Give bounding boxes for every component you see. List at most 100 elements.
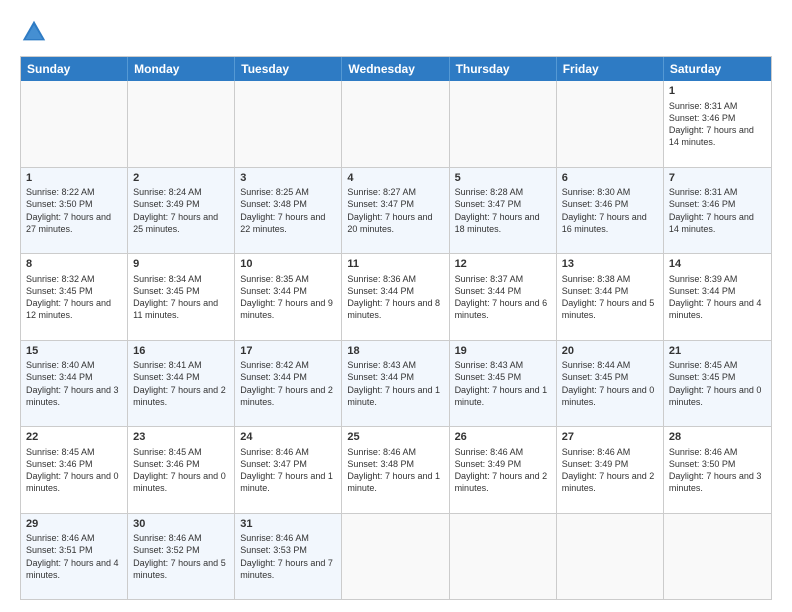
day-cell-8: 8Sunrise: 8:32 AMSunset: 3:45 PMDaylight… xyxy=(21,254,128,340)
daylight: Daylight: 7 hours and 1 minute. xyxy=(240,471,333,493)
sunrise: Sunrise: 8:39 AM xyxy=(669,274,738,284)
day-number: 31 xyxy=(240,517,336,532)
empty-cell xyxy=(21,81,128,167)
daylight: Daylight: 7 hours and 5 minutes. xyxy=(562,298,655,320)
sunset: Sunset: 3:44 PM xyxy=(669,286,736,296)
sunrise: Sunrise: 8:22 AM xyxy=(26,187,95,197)
day-cell-2: 2Sunrise: 8:24 AMSunset: 3:49 PMDaylight… xyxy=(128,168,235,254)
day-cell-14: 14Sunrise: 8:39 AMSunset: 3:44 PMDayligh… xyxy=(664,254,771,340)
header-day-wednesday: Wednesday xyxy=(342,57,449,81)
sunset: Sunset: 3:44 PM xyxy=(133,372,200,382)
day-cell-3: 3Sunrise: 8:25 AMSunset: 3:48 PMDaylight… xyxy=(235,168,342,254)
day-number: 29 xyxy=(26,517,122,532)
empty-cell xyxy=(342,514,449,600)
daylight: Daylight: 7 hours and 0 minutes. xyxy=(133,471,226,493)
daylight: Daylight: 7 hours and 27 minutes. xyxy=(26,212,111,234)
header-day-tuesday: Tuesday xyxy=(235,57,342,81)
daylight: Daylight: 7 hours and 2 minutes. xyxy=(240,385,333,407)
sunrise: Sunrise: 8:31 AM xyxy=(669,101,738,111)
sunset: Sunset: 3:45 PM xyxy=(669,372,736,382)
sunset: Sunset: 3:45 PM xyxy=(133,286,200,296)
calendar-row-4: 22Sunrise: 8:45 AMSunset: 3:46 PMDayligh… xyxy=(21,426,771,513)
day-number: 23 xyxy=(133,430,229,445)
empty-cell xyxy=(450,514,557,600)
day-cell-7: 7Sunrise: 8:31 AMSunset: 3:46 PMDaylight… xyxy=(664,168,771,254)
daylight: Daylight: 7 hours and 5 minutes. xyxy=(133,558,226,580)
daylight: Daylight: 7 hours and 4 minutes. xyxy=(669,298,762,320)
day-cell-21: 21Sunrise: 8:45 AMSunset: 3:45 PMDayligh… xyxy=(664,341,771,427)
daylight: Daylight: 7 hours and 6 minutes. xyxy=(455,298,548,320)
day-cell-23: 23Sunrise: 8:45 AMSunset: 3:46 PMDayligh… xyxy=(128,427,235,513)
sunset: Sunset: 3:44 PM xyxy=(347,372,414,382)
day-cell-1: 1Sunrise: 8:31 AMSunset: 3:46 PMDaylight… xyxy=(664,81,771,167)
day-number: 28 xyxy=(669,430,766,445)
sunset: Sunset: 3:51 PM xyxy=(26,545,93,555)
daylight: Daylight: 7 hours and 1 minute. xyxy=(347,471,440,493)
day-cell-11: 11Sunrise: 8:36 AMSunset: 3:44 PMDayligh… xyxy=(342,254,449,340)
logo xyxy=(20,18,52,46)
sunset: Sunset: 3:46 PM xyxy=(669,113,736,123)
day-cell-15: 15Sunrise: 8:40 AMSunset: 3:44 PMDayligh… xyxy=(21,341,128,427)
sunset: Sunset: 3:49 PM xyxy=(562,459,629,469)
day-cell-22: 22Sunrise: 8:45 AMSunset: 3:46 PMDayligh… xyxy=(21,427,128,513)
day-number: 2 xyxy=(133,171,229,186)
sunset: Sunset: 3:45 PM xyxy=(562,372,629,382)
calendar-header: SundayMondayTuesdayWednesdayThursdayFrid… xyxy=(21,57,771,81)
sunset: Sunset: 3:44 PM xyxy=(455,286,522,296)
day-number: 30 xyxy=(133,517,229,532)
daylight: Daylight: 7 hours and 1 minute. xyxy=(347,385,440,407)
day-cell-30: 30Sunrise: 8:46 AMSunset: 3:52 PMDayligh… xyxy=(128,514,235,600)
sunset: Sunset: 3:44 PM xyxy=(347,286,414,296)
header-day-friday: Friday xyxy=(557,57,664,81)
daylight: Daylight: 7 hours and 2 minutes. xyxy=(562,471,655,493)
day-cell-9: 9Sunrise: 8:34 AMSunset: 3:45 PMDaylight… xyxy=(128,254,235,340)
sunrise: Sunrise: 8:25 AM xyxy=(240,187,309,197)
daylight: Daylight: 7 hours and 1 minute. xyxy=(455,385,548,407)
sunset: Sunset: 3:44 PM xyxy=(562,286,629,296)
day-cell-25: 25Sunrise: 8:46 AMSunset: 3:48 PMDayligh… xyxy=(342,427,449,513)
sunset: Sunset: 3:48 PM xyxy=(347,459,414,469)
sunrise: Sunrise: 8:24 AM xyxy=(133,187,202,197)
sunrise: Sunrise: 8:46 AM xyxy=(133,533,202,543)
sunset: Sunset: 3:45 PM xyxy=(455,372,522,382)
day-cell-12: 12Sunrise: 8:37 AMSunset: 3:44 PMDayligh… xyxy=(450,254,557,340)
sunset: Sunset: 3:45 PM xyxy=(26,286,93,296)
sunrise: Sunrise: 8:45 AM xyxy=(133,447,202,457)
day-cell-17: 17Sunrise: 8:42 AMSunset: 3:44 PMDayligh… xyxy=(235,341,342,427)
sunrise: Sunrise: 8:30 AM xyxy=(562,187,631,197)
header-day-thursday: Thursday xyxy=(450,57,557,81)
day-number: 4 xyxy=(347,171,443,186)
sunrise: Sunrise: 8:27 AM xyxy=(347,187,416,197)
sunset: Sunset: 3:44 PM xyxy=(240,372,307,382)
day-number: 25 xyxy=(347,430,443,445)
empty-cell xyxy=(342,81,449,167)
daylight: Daylight: 7 hours and 8 minutes. xyxy=(347,298,440,320)
sunset: Sunset: 3:47 PM xyxy=(347,199,414,209)
header-day-saturday: Saturday xyxy=(664,57,771,81)
page: SundayMondayTuesdayWednesdayThursdayFrid… xyxy=(0,0,792,612)
calendar-row-5: 29Sunrise: 8:46 AMSunset: 3:51 PMDayligh… xyxy=(21,513,771,600)
empty-cell xyxy=(235,81,342,167)
daylight: Daylight: 7 hours and 3 minutes. xyxy=(669,471,762,493)
logo-icon xyxy=(20,18,48,46)
sunset: Sunset: 3:50 PM xyxy=(669,459,736,469)
calendar: SundayMondayTuesdayWednesdayThursdayFrid… xyxy=(20,56,772,600)
empty-cell xyxy=(128,81,235,167)
day-number: 1 xyxy=(669,84,766,99)
daylight: Daylight: 7 hours and 16 minutes. xyxy=(562,212,647,234)
daylight: Daylight: 7 hours and 9 minutes. xyxy=(240,298,333,320)
day-number: 12 xyxy=(455,257,551,272)
day-number: 7 xyxy=(669,171,766,186)
daylight: Daylight: 7 hours and 0 minutes. xyxy=(562,385,655,407)
sunrise: Sunrise: 8:46 AM xyxy=(240,533,309,543)
daylight: Daylight: 7 hours and 7 minutes. xyxy=(240,558,333,580)
day-cell-26: 26Sunrise: 8:46 AMSunset: 3:49 PMDayligh… xyxy=(450,427,557,513)
sunrise: Sunrise: 8:45 AM xyxy=(669,360,738,370)
sunrise: Sunrise: 8:46 AM xyxy=(26,533,95,543)
daylight: Daylight: 7 hours and 11 minutes. xyxy=(133,298,218,320)
sunset: Sunset: 3:49 PM xyxy=(133,199,200,209)
day-number: 22 xyxy=(26,430,122,445)
sunrise: Sunrise: 8:35 AM xyxy=(240,274,309,284)
day-number: 13 xyxy=(562,257,658,272)
calendar-body: 1 Sunrise: 8:31 AM Sunset: 3:46 PM Daylight… xyxy=(21,81,771,599)
